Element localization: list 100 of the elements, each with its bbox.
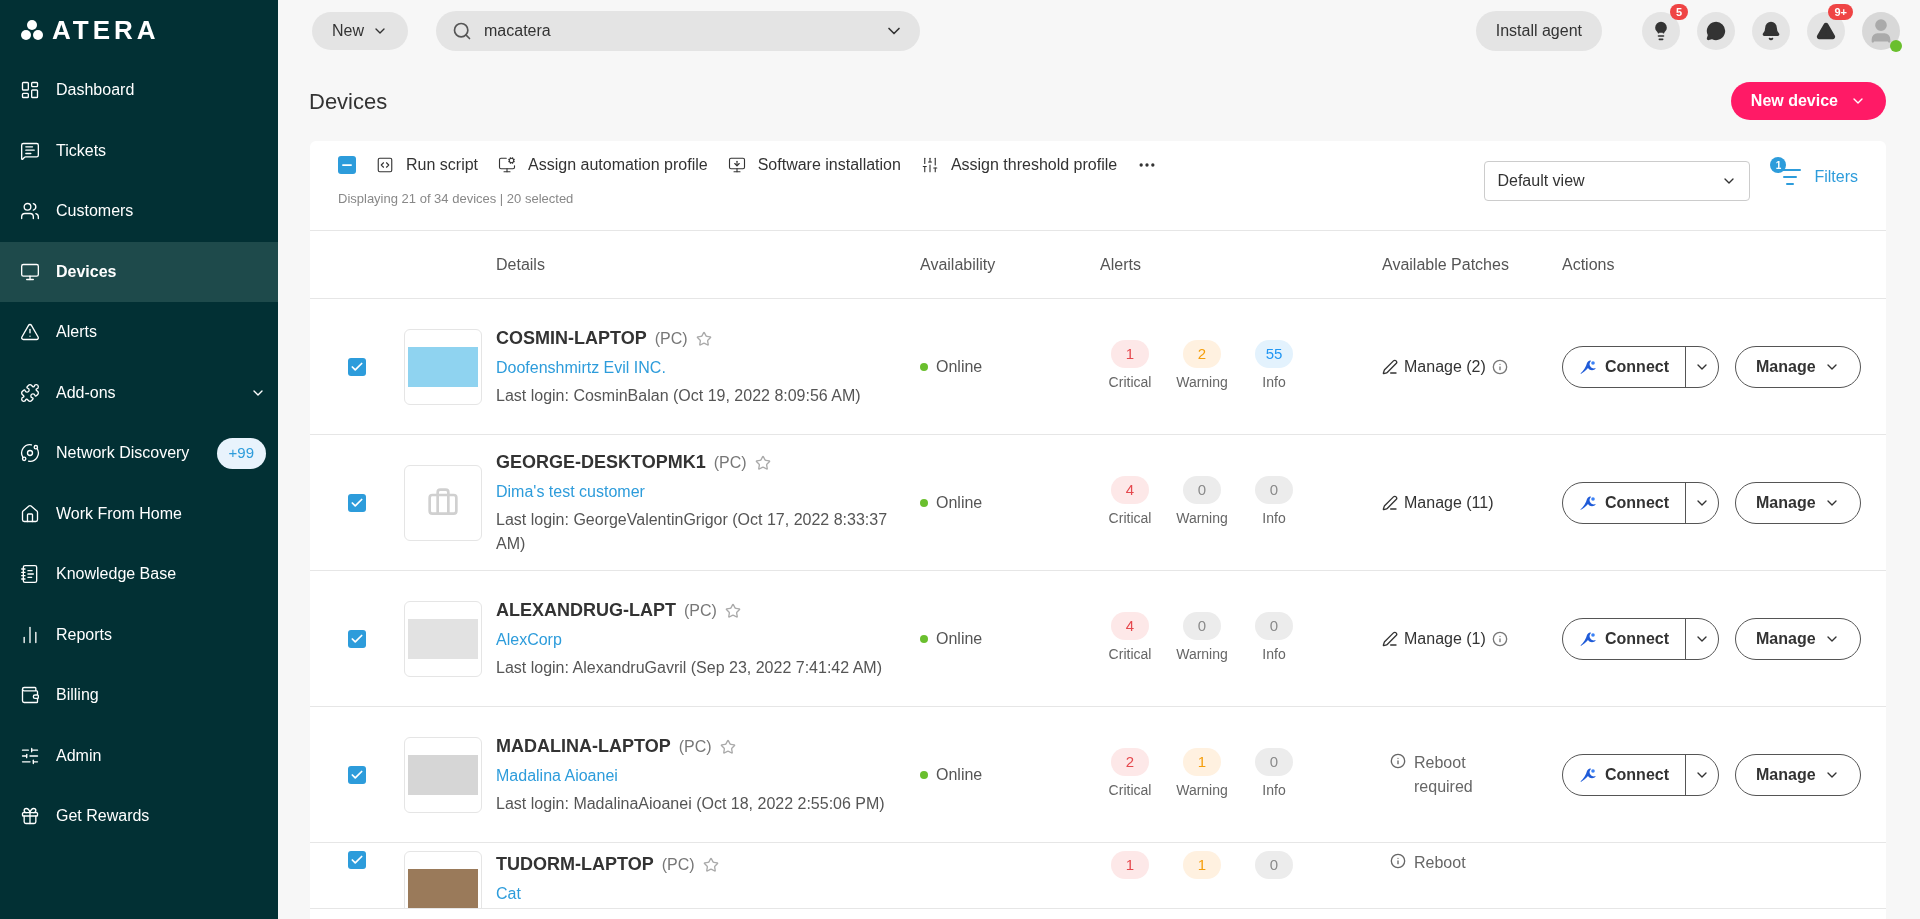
warning-icon	[1816, 20, 1836, 41]
checkbox[interactable]	[348, 851, 366, 869]
reboot-status: Reboot required	[1414, 752, 1474, 797]
device-name[interactable]: GEORGE-DESKTOPMK1	[496, 449, 706, 476]
connect-button[interactable]: Connect	[1563, 490, 1685, 515]
chat-icon	[20, 140, 40, 161]
star-icon[interactable]	[695, 330, 712, 347]
nav-item[interactable]: Get Rewards	[0, 786, 278, 847]
nav-item[interactable]: Work From Home	[0, 483, 278, 544]
connect-icon	[1579, 630, 1597, 647]
nav-item[interactable]: Alerts	[0, 302, 278, 363]
gift-icon	[20, 806, 40, 827]
patches-link[interactable]: Manage (11)	[1404, 490, 1494, 515]
new-button[interactable]: New	[312, 11, 408, 50]
manage-button[interactable]: Manage	[1735, 753, 1861, 796]
view-select[interactable]: Default view	[1484, 161, 1751, 201]
connect-icon	[1579, 766, 1597, 783]
header-icon-button[interactable]	[1752, 11, 1790, 50]
alert-count: 0	[1255, 851, 1293, 879]
connect-split-button[interactable]: Connect	[1562, 345, 1719, 388]
manage-button[interactable]: Manage	[1735, 617, 1861, 660]
alert-label: Info	[1262, 373, 1286, 392]
nav-item[interactable]: Tickets	[0, 120, 278, 181]
alert-count: 1	[1183, 851, 1221, 879]
nav-item[interactable]: Network Discovery +99	[0, 423, 278, 484]
manage-button[interactable]: Manage	[1735, 481, 1861, 524]
info-icon	[1491, 358, 1508, 375]
search-field[interactable]: macatera	[436, 10, 920, 51]
new-device-button[interactable]: New device	[1730, 82, 1886, 120]
nav-item[interactable]: Knowledge Base	[0, 544, 278, 605]
nav-item[interactable]: Admin	[0, 725, 278, 786]
alert-label: Warning	[1176, 645, 1228, 664]
device-name[interactable]: ALEXANDRUG-LAPT	[496, 597, 676, 624]
toolbar-action[interactable]: Assign automation profile	[498, 153, 708, 177]
info-icon	[1390, 752, 1406, 769]
nav-item[interactable]: Devices	[0, 241, 278, 302]
connect-split-button[interactable]: Connect	[1562, 753, 1719, 796]
sliders-icon	[20, 745, 40, 766]
star-icon[interactable]	[702, 856, 719, 873]
nav-item[interactable]: Dashboard	[0, 60, 278, 121]
nav-item[interactable]: Reports	[0, 604, 278, 665]
connect-icon	[1579, 358, 1597, 375]
header-icon-button[interactable]	[1697, 11, 1735, 50]
availability-status: Online	[936, 492, 983, 513]
device-name[interactable]: MADALINA-LAPTOP	[496, 733, 671, 760]
notebook-icon	[20, 564, 40, 585]
install-agent-button[interactable]: Install agent	[1475, 10, 1602, 51]
alert-count: 1	[1183, 748, 1221, 776]
alert-label: Info	[1262, 781, 1286, 800]
alert-count: 4	[1111, 476, 1149, 504]
checkbox[interactable]	[338, 156, 356, 174]
connect-button[interactable]: Connect	[1563, 626, 1685, 651]
column-header: Availability	[920, 255, 996, 273]
patches-link[interactable]: Manage (1)	[1404, 626, 1486, 651]
monitor-icon	[20, 261, 40, 282]
manage-button[interactable]: Manage	[1735, 345, 1861, 388]
last-login: Last login: CosminBalan (Oct 19, 2022 8:09:56 AM)	[496, 386, 862, 406]
alert-count: 1	[1111, 340, 1149, 368]
availability-status: Online	[936, 356, 983, 377]
checkbox[interactable]	[348, 629, 366, 648]
patches-link[interactable]: Manage (2)	[1404, 354, 1486, 379]
device-name[interactable]: TUDORM-LAPTOP	[496, 851, 654, 878]
alert-label: Info	[1262, 645, 1286, 664]
avatar[interactable]	[1862, 11, 1900, 50]
column-header: Available Patches	[1382, 255, 1509, 273]
checkbox[interactable]	[348, 493, 366, 512]
sliders-icon	[920, 156, 939, 174]
warning-icon	[20, 322, 40, 343]
photo-placeholder	[408, 346, 478, 387]
checkbox[interactable]	[348, 765, 366, 784]
alert-label: Warning	[1176, 373, 1228, 392]
photo-placeholder	[408, 754, 478, 795]
nav-item[interactable]: Customers	[0, 181, 278, 242]
alert-count: 4	[1111, 612, 1149, 640]
star-icon[interactable]	[724, 602, 741, 619]
alert-count: 55	[1255, 340, 1293, 368]
alert-count: 2	[1111, 748, 1149, 776]
toolbar-action[interactable]: Run script	[376, 153, 479, 177]
column-header: Alerts	[1100, 255, 1141, 273]
last-login: Last login: GeorgeValentinGrigor (Oct 17, 2022 8:33:37 AM)	[496, 510, 889, 554]
pen-icon	[1382, 358, 1398, 375]
toolbar-action[interactable]: Assign threshold profile	[920, 153, 1118, 177]
nav-item[interactable]: Add-ons	[0, 362, 278, 423]
connect-button[interactable]: Connect	[1563, 762, 1685, 787]
nav-item[interactable]: Billing	[0, 665, 278, 726]
device-name[interactable]: COSMIN-LAPTOP	[496, 325, 647, 352]
notification-icon	[1761, 20, 1781, 41]
code-icon	[376, 156, 394, 174]
checkbox[interactable]	[348, 357, 366, 376]
connect-button[interactable]: Connect	[1563, 354, 1685, 379]
alert-count: 0	[1255, 612, 1293, 640]
star-icon[interactable]	[754, 454, 771, 471]
logo-text: ATERA	[52, 13, 160, 47]
star-icon[interactable]	[719, 738, 736, 755]
connect-split-button[interactable]: Connect	[1562, 481, 1719, 524]
toolbar-action[interactable]: Software installation	[727, 153, 901, 177]
last-login: Last login: AlexandruGavril (Sep 23, 2022 7:41:42 AM)	[496, 658, 883, 678]
puzzle-icon	[20, 382, 40, 403]
device-type: (PC)	[661, 854, 695, 875]
connect-split-button[interactable]: Connect	[1562, 617, 1719, 660]
